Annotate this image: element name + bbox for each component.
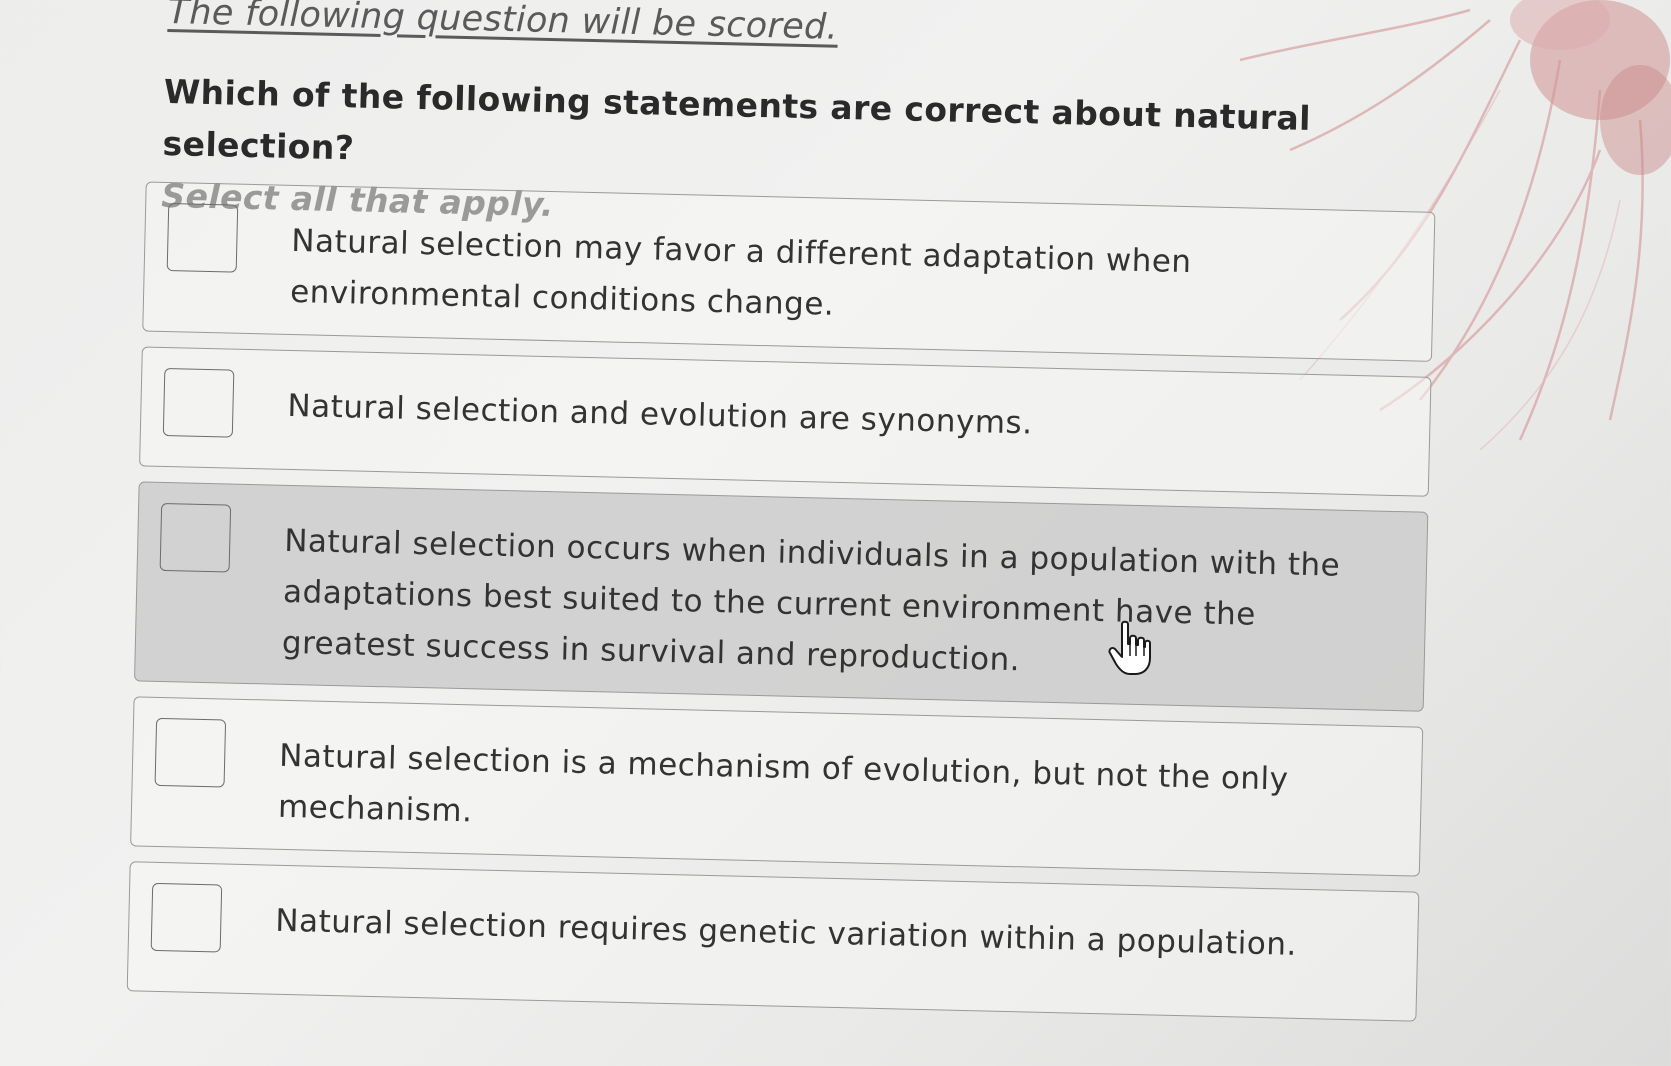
option-5-label: Natural selection requires genetic varia… [274, 902, 1298, 963]
scored-notice: The following question will be scored. [167, 0, 839, 48]
option-4-checkbox[interactable] [154, 717, 227, 788]
option-3[interactable]: Natural selection occurs when individual… [133, 481, 1429, 712]
option-3-label: Natural selection occurs when individual… [281, 522, 1341, 679]
option-2-label: Natural selection and evolution are syno… [287, 387, 1033, 442]
option-3-checkbox[interactable] [159, 502, 232, 573]
hand-pointer-icon [1108, 620, 1151, 675]
question-text: Which of the following statements are co… [162, 71, 1312, 168]
option-1-checkbox[interactable] [166, 203, 239, 273]
option-2[interactable]: Natural selection and evolution are syno… [139, 346, 1432, 497]
option-5-checkbox[interactable] [150, 882, 223, 953]
option-4[interactable]: Natural selection is a mechanism of evol… [130, 696, 1424, 877]
option-1[interactable]: Natural selection may favor a different … [142, 181, 1436, 362]
option-1-label: Natural selection may favor a different … [289, 222, 1192, 323]
option-2-checkbox[interactable] [162, 367, 235, 438]
quiz-page: The following question will be scored. W… [0, 0, 1671, 1066]
option-5[interactable]: Natural selection requires genetic varia… [126, 861, 1420, 1022]
option-4-label: Natural selection is a mechanism of evol… [277, 737, 1289, 830]
